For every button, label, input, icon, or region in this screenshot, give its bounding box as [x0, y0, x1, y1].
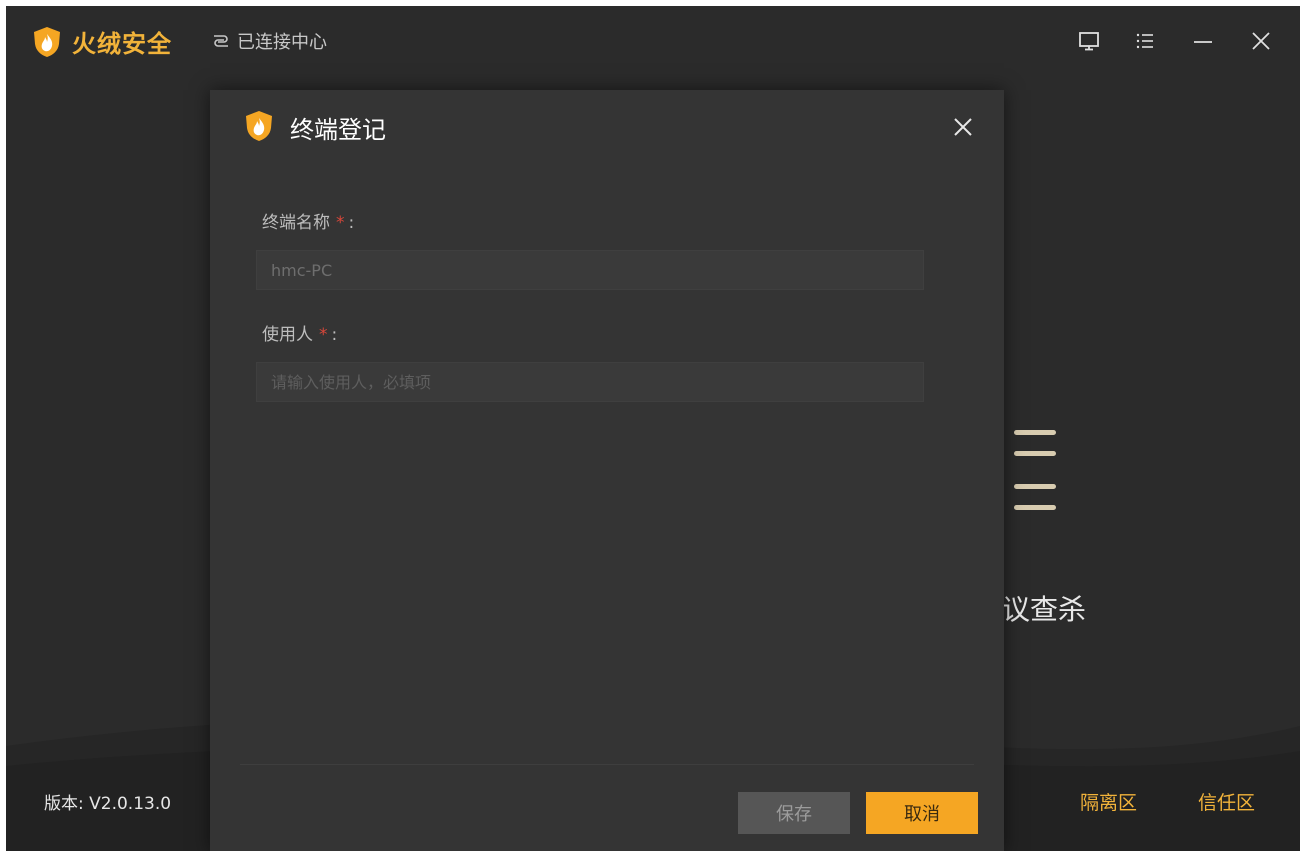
- link-chain-icon: [214, 35, 228, 47]
- connection-status-label: 已连接中心: [237, 32, 327, 53]
- monitor-button[interactable]: [1074, 26, 1104, 56]
- label-colon: :: [331, 325, 338, 345]
- app-window: 火绒安全 已连接中心 议查杀 版本: V2.0.13.0 隔离区 信任区 终端登…: [6, 6, 1300, 851]
- minimize-button[interactable]: [1188, 26, 1218, 56]
- user-label: 使用人 *:: [262, 320, 337, 345]
- dialog-footer-divider: [240, 764, 974, 765]
- quarantine-link[interactable]: 隔离区: [1080, 788, 1137, 815]
- dialog-close-icon[interactable]: [952, 116, 974, 138]
- menu-button[interactable]: [1130, 26, 1160, 56]
- connection-status[interactable]: 已连接中心: [211, 28, 327, 54]
- terminal-name-input[interactable]: [256, 250, 924, 290]
- save-button[interactable]: 保存: [738, 792, 850, 834]
- terminal-register-dialog: 终端登记 终端名称 *: 使用人 *: 保存 取消: [210, 90, 1004, 851]
- cancel-button[interactable]: 取消: [866, 792, 978, 834]
- close-icon: [1252, 32, 1270, 50]
- minimize-icon: [1194, 41, 1212, 43]
- terminal-name-label: 终端名称 *:: [262, 208, 354, 233]
- huorong-logo-icon: [34, 27, 60, 57]
- user-input[interactable]: [256, 362, 924, 402]
- required-mark: *: [336, 213, 345, 233]
- background-action-label: 议查杀: [1002, 593, 1087, 626]
- required-mark: *: [319, 325, 328, 345]
- trust-zone-link[interactable]: 信任区: [1198, 788, 1255, 815]
- label-colon: :: [348, 213, 355, 233]
- scan-list-icon: [1002, 430, 1056, 514]
- menu-icon: [1136, 33, 1153, 49]
- huorong-logo-icon: [246, 111, 272, 141]
- title-bar: 火绒安全 已连接中心: [6, 6, 1300, 76]
- monitor-icon: [1079, 32, 1099, 51]
- window-close-button[interactable]: [1246, 26, 1276, 56]
- app-brand-title: 火绒安全: [72, 30, 172, 58]
- terminal-name-label-text: 终端名称: [262, 213, 330, 233]
- dialog-title: 终端登记: [290, 116, 386, 144]
- version-label: 版本: V2.0.13.0: [44, 794, 172, 814]
- user-label-text: 使用人: [262, 325, 313, 345]
